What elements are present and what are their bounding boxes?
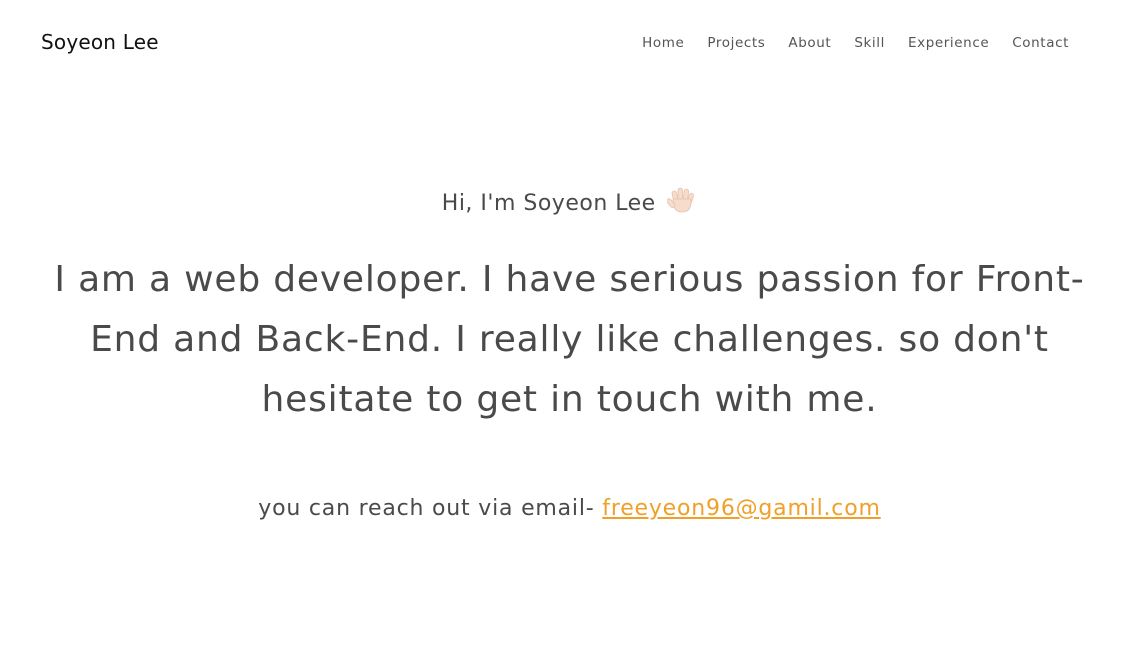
main-nav: Home Projects About Skill Experience Con… (642, 35, 1069, 51)
waving-hand-icon (666, 186, 697, 224)
contact-prefix: you can reach out via email- (258, 496, 595, 521)
nav-skill[interactable]: Skill (854, 35, 885, 51)
intro-text: I am a web developer. I have serious pas… (54, 259, 1085, 420)
nav-contact[interactable]: Contact (1012, 35, 1069, 51)
site-header: Soyeon Lee Home Projects About Skill Exp… (0, 0, 1139, 88)
nav-about[interactable]: About (788, 35, 831, 51)
site-brand[interactable]: Soyeon Lee (41, 30, 159, 54)
nav-projects[interactable]: Projects (707, 35, 765, 51)
nav-home[interactable]: Home (642, 35, 684, 51)
email-link[interactable]: freeyeon96@gamil.com (602, 496, 880, 521)
greeting: Hi, I'm Soyeon Lee (0, 186, 1139, 224)
greeting-text: Hi, I'm Soyeon Lee (441, 191, 656, 216)
hero-section: Hi, I'm Soyeon Lee I am a web developer.… (0, 186, 1139, 521)
contact-line: you can reach out via email- freeyeon96@… (0, 496, 1139, 521)
nav-experience[interactable]: Experience (908, 35, 989, 51)
